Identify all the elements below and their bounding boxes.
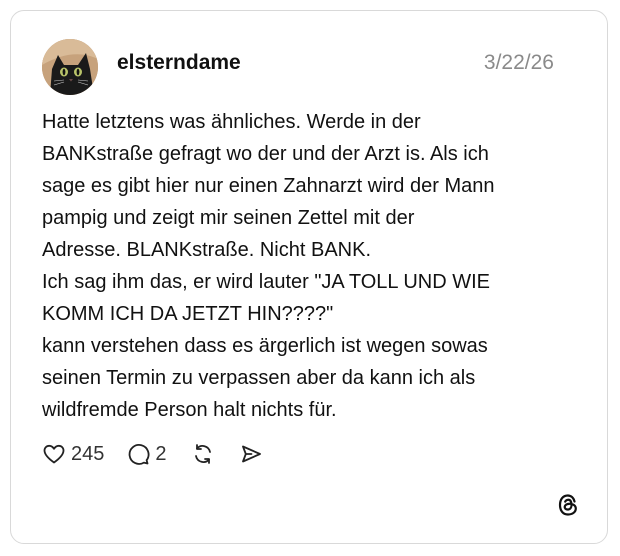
post-text: Hatte letztens was ähnliches. Werde in d… [42, 106, 582, 426]
post-text-line: seinen Termin zu verpassen aber da kann … [42, 367, 476, 389]
post-text-line: Ich sag ihm das, er wird lauter "JA TOLL… [42, 271, 490, 293]
share-button[interactable] [239, 442, 263, 466]
share-icon [241, 445, 261, 463]
like-count: 245 [71, 442, 105, 465]
cat-avatar-image [42, 39, 98, 95]
username[interactable]: elsterndame [117, 51, 241, 75]
post-text-line: pampig und zeigt mir seinen Zettel mit d… [42, 207, 415, 229]
post-text-line: BANKstraße gefragt wo der und der Arzt i… [42, 143, 489, 165]
post-text-line: KOMM ICH DA JETZT HIN????" [42, 303, 334, 325]
reply-button[interactable]: 2 [126, 442, 167, 466]
post-text-line: sage es gibt hier nur einen Zahnarzt wir… [42, 175, 495, 197]
post-text-line: Hatte letztens was ähnliches. Werde in d… [42, 111, 421, 133]
cat-avatar[interactable] [42, 39, 98, 95]
reply-icon [129, 444, 150, 465]
post-text-line: Adresse. BLANKstraße. Nicht BANK. [42, 239, 372, 261]
repost-button[interactable] [191, 442, 215, 466]
action-bar: 245 2 [42, 439, 263, 469]
post-text-line: kann verstehen dass es ärgerlich ist weg… [42, 335, 488, 357]
post-date[interactable]: 3/22/26 [484, 51, 554, 75]
post-text-line: wildfremde Person halt nichts für. [42, 399, 337, 421]
heart-icon [43, 444, 65, 464]
repost-icon [194, 444, 211, 464]
threads-logo-icon [558, 494, 577, 516]
like-button[interactable]: 245 [42, 442, 104, 466]
threads-logo[interactable] [555, 492, 581, 518]
reply-count: 2 [155, 442, 167, 465]
post-card: elsterndame 3/22/26 Hatte letztens was ä… [10, 10, 608, 544]
